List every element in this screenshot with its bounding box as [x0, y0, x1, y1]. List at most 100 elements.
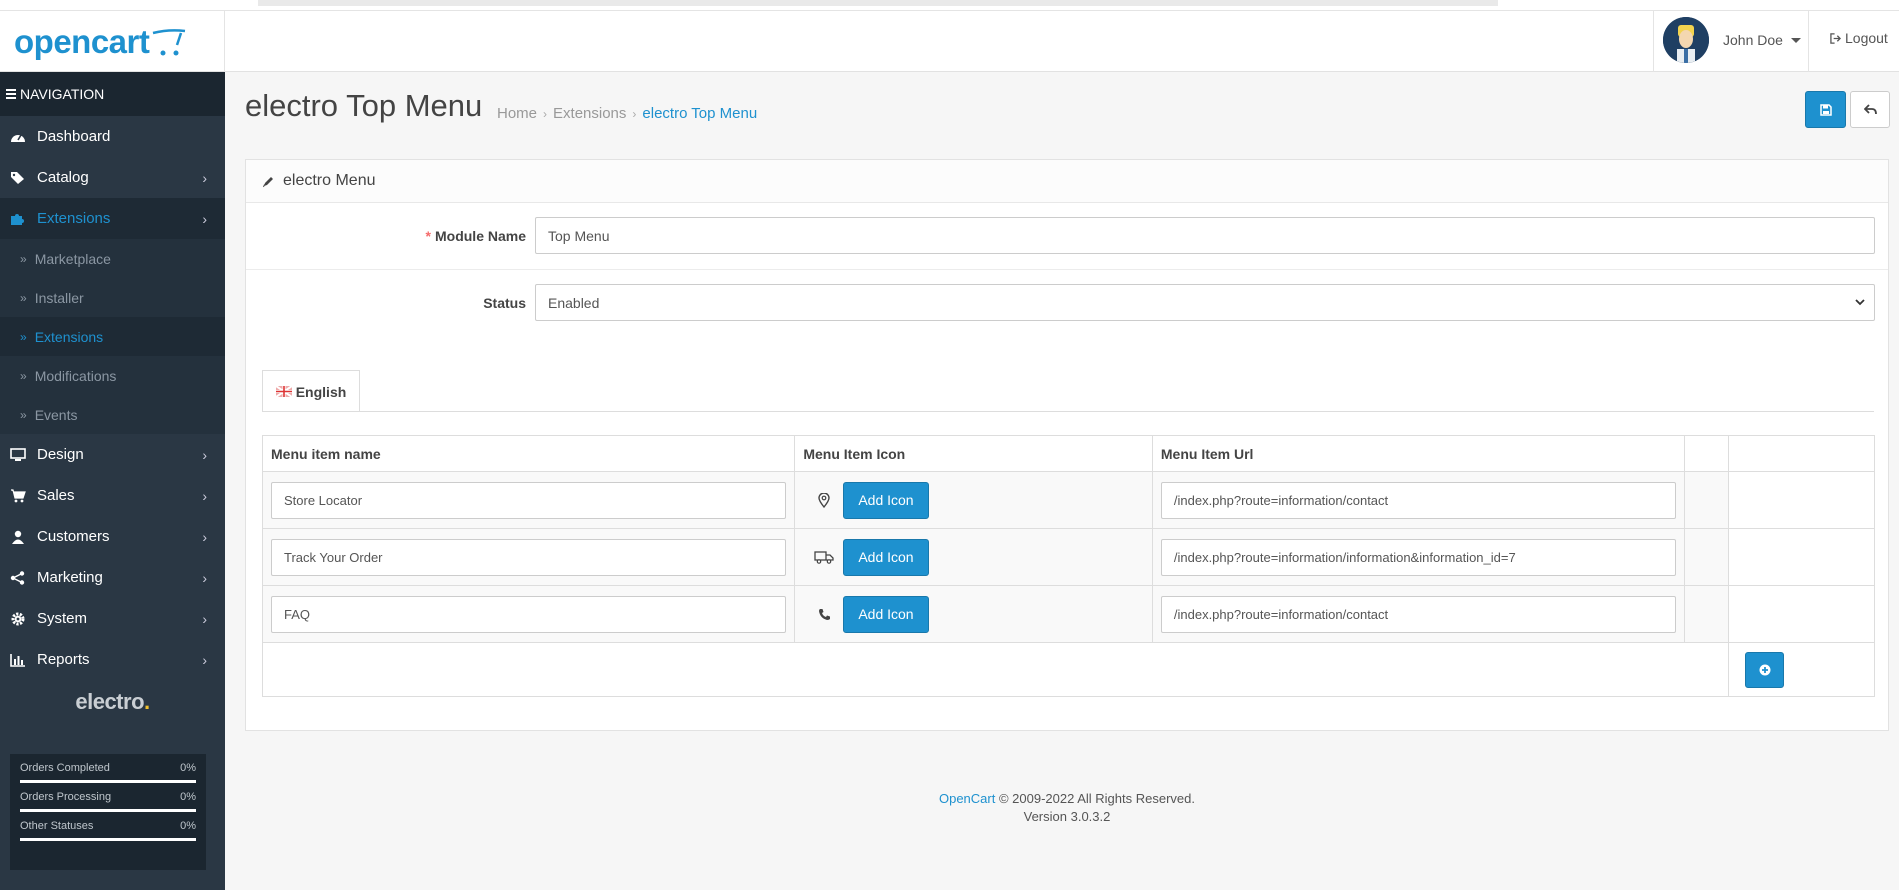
copyright-text: © 2009-2022 All Rights Reserved.: [995, 791, 1195, 806]
phone-icon: [813, 608, 835, 621]
menu-item-url-input[interactable]: /index.php?route=information/contact: [1160, 595, 1677, 633]
sidebar-subitem-installer[interactable]: » Installer: [0, 278, 225, 317]
uk-flag-icon: [275, 386, 292, 397]
module-name-label: * Module Name: [426, 228, 526, 244]
menu-item-url-input[interactable]: /index.php?route=information/information…: [1160, 538, 1677, 576]
panel-heading-label: electro Menu: [283, 172, 376, 189]
stat-other-statuses: Other Statuses 0%: [20, 820, 196, 841]
breadcrumb-current[interactable]: electro Top Menu: [642, 105, 757, 122]
sidebar-item-catalog[interactable]: Catalog ›: [0, 157, 225, 198]
menu-item-name-input[interactable]: FAQ: [271, 595, 787, 633]
sidebar-item-label: Catalog: [37, 169, 89, 186]
chevron-right-icon: ›: [202, 570, 207, 586]
breadcrumb-home[interactable]: Home: [497, 105, 537, 122]
add-icon-button[interactable]: Add Icon: [843, 595, 929, 633]
chevron-right-icon: ›: [202, 529, 207, 545]
spacer-cell: [1685, 472, 1730, 528]
logout-divider: [1808, 10, 1809, 72]
copyright-line: OpenCart © 2009-2022 All Rights Reserved…: [245, 790, 1889, 808]
status-label: Status: [483, 295, 526, 311]
stat-orders-completed: Orders Completed 0%: [20, 762, 196, 783]
navigation-title: NAVIGATION: [0, 72, 225, 116]
reply-icon: [1863, 104, 1877, 115]
column-header-name: Menu item name: [263, 436, 796, 471]
share-icon: [9, 570, 27, 586]
footer-action-cell: [1729, 643, 1874, 696]
chevron-right-icon: ›: [202, 170, 207, 186]
puzzle-icon: [9, 211, 27, 227]
electro-logo: electro.: [75, 689, 150, 714]
sidebar-item-reports[interactable]: Reports ›: [0, 639, 225, 680]
stat-label: Other Statuses: [20, 820, 94, 832]
cart-logo-icon: [153, 29, 186, 56]
stat-progress-bar: [20, 809, 196, 812]
spacer-cell: [1685, 586, 1730, 642]
breadcrumb-extensions[interactable]: Extensions: [553, 105, 626, 122]
menu-item-name-input[interactable]: Store Locator: [271, 481, 787, 519]
chevron-down-icon: [1855, 299, 1865, 306]
breadcrumb-separator: ›: [632, 106, 637, 121]
stat-value: 0%: [180, 791, 196, 803]
table-row: FAQ Add Icon /index.php?route=informatio…: [263, 586, 1874, 643]
table-header-row: Menu item name Menu Item Icon Menu Item …: [263, 436, 1874, 472]
sidebar-item-label: Dashboard: [37, 128, 111, 145]
monitor-icon: [9, 447, 27, 463]
logout-label: Logout: [1845, 30, 1888, 46]
column-header-empty: [1685, 436, 1730, 471]
sidebar-item-extensions[interactable]: Extensions ›: [0, 198, 225, 239]
sidebar-item-customers[interactable]: Customers ›: [0, 516, 225, 557]
opencart-link[interactable]: OpenCart: [939, 791, 995, 806]
chevron-right-icon: ›: [202, 211, 207, 227]
table-row: Track Your Order Add Icon /index.php?rou…: [263, 529, 1874, 586]
bars-icon: [6, 87, 16, 101]
sidebar-item-design[interactable]: Design ›: [0, 434, 225, 475]
menu-item-url-input[interactable]: /index.php?route=information/contact: [1160, 481, 1677, 519]
sidebar-subitem-events[interactable]: » Events: [0, 395, 225, 434]
page-header: electro Top Menu Home › Extensions › ele…: [245, 88, 1885, 134]
logout-link[interactable]: Logout: [1830, 30, 1888, 46]
chevron-right-icon: ›: [202, 447, 207, 463]
tab-english-label: English: [295, 383, 347, 400]
double-chevron-icon: »: [20, 290, 27, 305]
add-row-button[interactable]: [1745, 651, 1785, 688]
sidebar-item-dashboard[interactable]: Dashboard: [0, 116, 225, 157]
header-divider: [0, 10, 1899, 11]
sidebar-item-marketing[interactable]: Marketing ›: [0, 557, 225, 598]
sidebar-item-label: Reports: [37, 651, 90, 668]
sidebar-subitem-label: Marketplace: [34, 250, 111, 267]
add-icon-button[interactable]: Add Icon: [843, 481, 929, 519]
brand-text: opencart: [14, 23, 150, 60]
name-cell: Track Your Order: [263, 529, 796, 585]
footer-spacer-cell: [263, 643, 1730, 696]
back-button[interactable]: [1850, 91, 1890, 128]
sidebar-subitem-label: Extensions: [34, 328, 104, 345]
tab-english[interactable]: English: [262, 370, 360, 412]
status-select[interactable]: Enabled: [535, 284, 1875, 321]
module-name-input[interactable]: Top Menu: [535, 217, 1875, 254]
module-name-value: Top Menu: [548, 227, 610, 244]
opencart-logo[interactable]: opencart: [14, 22, 187, 62]
sidebar-subitem-marketplace[interactable]: » Marketplace: [0, 239, 225, 278]
sidebar-subitem-label: Modifications: [34, 367, 117, 384]
save-button[interactable]: [1805, 91, 1846, 128]
stat-orders-processing: Orders Processing 0%: [20, 791, 196, 812]
chevron-right-icon: ›: [202, 652, 207, 668]
sidebar-item-system[interactable]: System ›: [0, 598, 225, 639]
sidebar-subitem-extensions[interactable]: » Extensions: [0, 317, 225, 356]
required-asterisk: *: [425, 228, 431, 244]
column-header-icon: Menu Item Icon: [795, 436, 1153, 471]
logo-divider: [224, 10, 225, 72]
action-cell: [1729, 586, 1874, 642]
add-icon-button[interactable]: Add Icon: [843, 538, 929, 576]
name-cell: FAQ: [263, 586, 796, 642]
menu-item-name-input[interactable]: Track Your Order: [271, 538, 787, 576]
sidebar-item-sales[interactable]: Sales ›: [0, 475, 225, 516]
user-menu[interactable]: John Doe: [1663, 17, 1801, 63]
pencil-icon: [263, 176, 273, 187]
module-name-label-text: Module Name: [434, 228, 526, 244]
sidebar-subitem-modifications[interactable]: » Modifications: [0, 356, 225, 395]
user-divider: [1653, 10, 1654, 72]
breadcrumb: Home › Extensions › electro Top Menu: [497, 105, 757, 122]
stat-progress-bar: [20, 838, 196, 841]
stat-label: Orders Processing: [20, 791, 112, 803]
